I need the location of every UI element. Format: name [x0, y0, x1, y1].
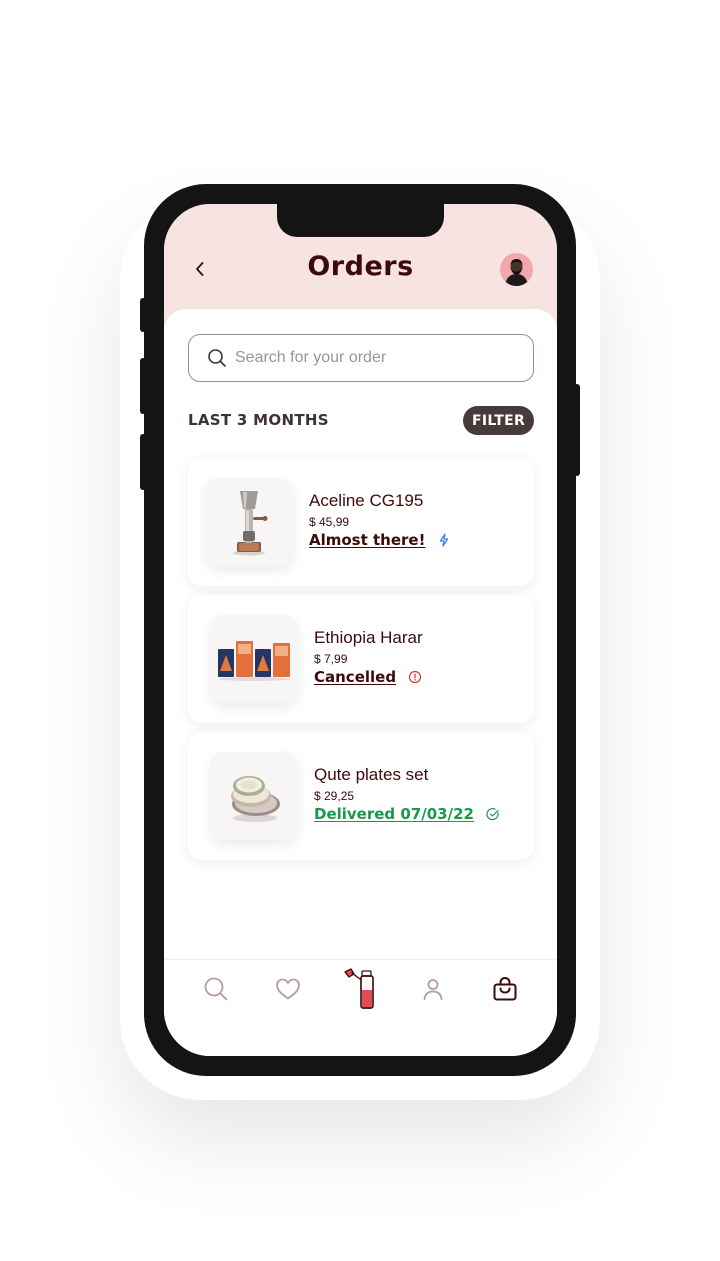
search-input[interactable]: Search for your order	[188, 334, 534, 382]
coffee-grinder-icon	[344, 968, 374, 1009]
search-icon	[208, 349, 226, 367]
volume-down-button	[140, 434, 146, 490]
search-placeholder: Search for your order	[235, 349, 387, 366]
app-screen: Orders Search for your order LAST 3 MONT…	[164, 204, 557, 1056]
product-thumbnail	[210, 615, 298, 703]
heart-icon	[276, 978, 300, 1000]
filter-button[interactable]: FILTER	[463, 406, 534, 435]
order-card[interactable]: Aceline CG195 $ 45,99 Almost there!	[188, 458, 534, 586]
nav-favorites[interactable]	[273, 974, 303, 1004]
nav-grinder[interactable]	[342, 966, 378, 1010]
search-icon	[204, 977, 228, 1001]
order-price: $ 7,99	[314, 652, 348, 666]
user-avatar	[500, 253, 533, 286]
product-thumbnail	[205, 478, 293, 566]
bottom-nav	[164, 959, 557, 1056]
coffee-bags-image	[218, 641, 290, 681]
power-button	[574, 384, 580, 476]
order-status-text: Delivered 07/03/22	[314, 805, 474, 823]
order-name: Aceline CG195	[309, 491, 424, 510]
volume-up-button	[140, 358, 146, 414]
order-name: Qute plates set	[314, 765, 429, 784]
order-price: $ 45,99	[309, 515, 350, 529]
order-status-text: Cancelled	[314, 668, 397, 686]
notch	[277, 204, 444, 237]
order-status[interactable]: Almost there!	[309, 531, 451, 549]
order-price: $ 29,25	[314, 789, 355, 803]
silent-switch	[140, 298, 146, 332]
user-icon	[423, 979, 443, 1000]
order-status-text: Almost there!	[309, 531, 426, 549]
coffee-grinder-image	[233, 491, 268, 556]
nav-profile[interactable]	[418, 974, 448, 1004]
order-card[interactable]: Qute plates set $ 29,25 Delivered 07/03/…	[188, 732, 534, 860]
order-status[interactable]: Cancelled	[314, 668, 422, 686]
plates-image	[231, 776, 280, 822]
alert-circle-icon	[408, 670, 422, 684]
lightning-icon	[440, 533, 449, 547]
order-name: Ethiopia Harar	[314, 628, 423, 647]
order-status[interactable]: Delivered 07/03/22	[314, 805, 500, 823]
product-thumbnail	[210, 752, 298, 840]
order-card[interactable]: Ethiopia Harar $ 7,99 Cancelled	[188, 595, 534, 723]
nav-search[interactable]	[201, 974, 231, 1004]
page-title: Orders	[307, 251, 414, 282]
check-circle-icon	[486, 808, 499, 821]
avatar[interactable]	[500, 253, 533, 286]
nav-orders[interactable]	[490, 974, 520, 1004]
shopping-bag-icon	[493, 976, 517, 1001]
section-label: LAST 3 MONTHS	[188, 411, 329, 429]
